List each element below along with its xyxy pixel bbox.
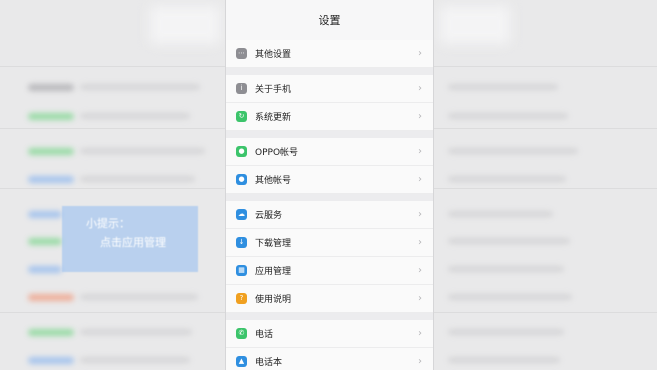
chevron-right-icon: › (418, 328, 422, 339)
chevron-right-icon: › (418, 209, 422, 220)
settings-item-label: 应用管理 (255, 267, 292, 277)
settings-screen: 设置 ⋯ 其他设置 › i 关于手机 › ↻ 系统更新 › ● OPPO帐号 ›… (225, 0, 434, 370)
chevron-right-icon: › (418, 146, 422, 157)
help-icon: ? (236, 293, 247, 304)
settings-item-label: 下载管理 (255, 239, 292, 249)
settings-item-label: 其他帐号 (255, 176, 292, 186)
settings-item-label: 使用说明 (255, 295, 292, 305)
chevron-right-icon: › (418, 265, 422, 276)
hint-title: 小提示： (86, 217, 130, 230)
settings-item-label: 电话 (255, 330, 274, 340)
settings-item-other-settings[interactable]: ⋯ 其他设置 › (226, 40, 433, 68)
user-icon: ● (236, 146, 247, 157)
settings-item-app-manager[interactable]: ▦ 应用管理 › (226, 257, 433, 285)
download-icon: ↓ (236, 237, 247, 248)
settings-item-phone[interactable]: ✆ 电话 › (226, 320, 433, 348)
settings-item-system-update[interactable]: ↻ 系统更新 › (226, 103, 433, 131)
contacts-icon: ▲ (236, 356, 247, 367)
background-blur-block (440, 6, 510, 44)
settings-item-label: 系统更新 (255, 113, 292, 123)
settings-item-user-guide[interactable]: ? 使用说明 › (226, 285, 433, 313)
update-icon: ↻ (236, 111, 247, 122)
settings-item-about-phone[interactable]: i 关于手机 › (226, 75, 433, 103)
chevron-right-icon: › (418, 356, 422, 367)
settings-item-label: 关于手机 (255, 85, 292, 95)
settings-item-cloud-service[interactable]: ☁ 云服务 › (226, 201, 433, 229)
group-separator (226, 313, 433, 320)
settings-item-label: 电话本 (255, 358, 283, 368)
group-separator (226, 131, 433, 138)
group-separator (226, 68, 433, 75)
apps-icon: ▦ (236, 265, 247, 276)
hint-overlay: 小提示： 点击应用管理 (62, 206, 198, 272)
info-icon: i (236, 83, 247, 94)
page-title: 设置 (226, 0, 433, 40)
settings-item-contacts[interactable]: ▲ 电话本 › (226, 348, 433, 370)
chevron-right-icon: › (418, 83, 422, 94)
settings-item-oppo-account[interactable]: ● OPPO帐号 › (226, 138, 433, 166)
settings-item-other-accounts[interactable]: ● 其他帐号 › (226, 166, 433, 194)
chevron-right-icon: › (418, 174, 422, 185)
chevron-right-icon: › (418, 48, 422, 59)
settings-item-label: OPPO帐号 (255, 148, 299, 158)
chevron-right-icon: › (418, 293, 422, 304)
cloud-icon: ☁ (236, 209, 247, 220)
settings-item-label: 云服务 (255, 211, 283, 221)
hint-text: 点击应用管理 (100, 236, 166, 249)
group-separator (226, 194, 433, 201)
more-icon: ⋯ (236, 48, 247, 59)
chevron-right-icon: › (418, 237, 422, 248)
settings-item-download-manager[interactable]: ↓ 下载管理 › (226, 229, 433, 257)
chevron-right-icon: › (418, 111, 422, 122)
background-blur-block (150, 6, 220, 44)
account-icon: ● (236, 174, 247, 185)
phone-icon: ✆ (236, 328, 247, 339)
settings-item-label: 其他设置 (255, 50, 292, 60)
